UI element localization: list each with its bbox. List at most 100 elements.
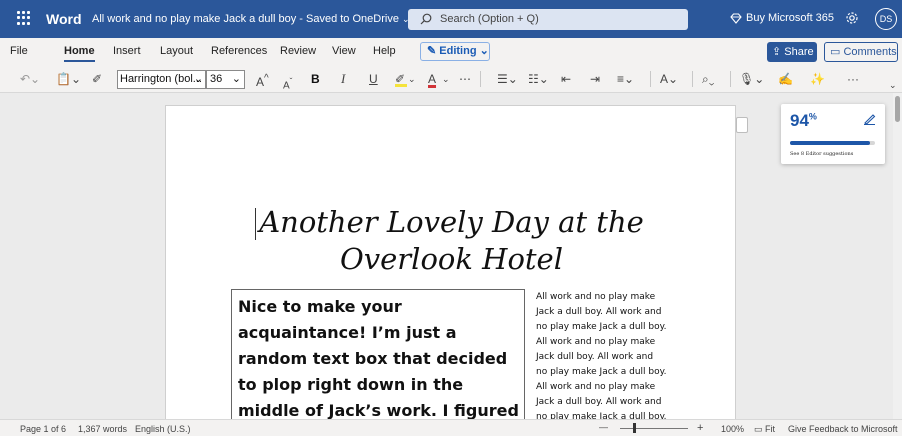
body-line: All work and no play make: [536, 382, 656, 392]
gear-icon[interactable]: [845, 11, 859, 30]
zoom-slider[interactable]: [620, 428, 688, 429]
font-name-select[interactable]: Harrington (bol... ⌄: [117, 70, 206, 89]
tab-home[interactable]: Home: [64, 45, 95, 62]
editing-mode-button[interactable]: ✎ Editing ⌄: [420, 42, 490, 61]
editor-pen-icon: [863, 112, 876, 130]
tab-help[interactable]: Help: [373, 45, 396, 57]
page-count[interactable]: Page 1 of 6: [20, 424, 66, 434]
app-launcher-icon[interactable]: [17, 11, 31, 25]
buy-label: Buy Microsoft 365: [746, 12, 835, 24]
font-size-select[interactable]: 36 ⌄: [206, 70, 245, 89]
zoom-in-button[interactable]: +: [697, 422, 703, 434]
numbering-icon[interactable]: ☷⌄: [528, 71, 549, 87]
italic-button[interactable]: I: [341, 71, 345, 87]
editor-score: 94%: [790, 111, 817, 131]
document-name: All work and no play make Jack a dull bo…: [92, 13, 297, 25]
share-label: Share: [784, 46, 814, 58]
highlight-icon[interactable]: ✐: [395, 71, 407, 87]
body-text[interactable]: All work and no play make Jack a dull bo…: [536, 290, 686, 419]
editor-score-bar: [790, 141, 875, 145]
align-icon[interactable]: ≡⌄: [617, 71, 634, 87]
document-title[interactable]: All work and no play make Jack a dull bo…: [92, 13, 409, 25]
shrink-font-label: A: [283, 80, 290, 92]
status-bar: Page 1 of 6 1,367 words English (U.S.) —…: [0, 419, 902, 436]
underline-button[interactable]: U: [369, 71, 378, 87]
grow-font-button[interactable]: A^: [256, 71, 269, 90]
fit-icon: ▭: [754, 424, 766, 434]
tab-insert[interactable]: Insert: [113, 45, 141, 57]
tab-review[interactable]: Review: [280, 45, 316, 57]
editor-score-card[interactable]: 94% See 8 Editor suggestions: [781, 104, 885, 164]
body-line: All work and no play make: [536, 337, 656, 347]
document-heading[interactable]: Another Lovely Day at the Overlook Hotel: [166, 204, 737, 278]
ribbon-tabs: File Home Insert Layout References Revie…: [0, 38, 902, 65]
editor-score-value: 94: [790, 111, 809, 130]
zoom-out-button[interactable]: —: [599, 422, 608, 432]
avatar[interactable]: DS: [875, 8, 897, 30]
tab-view[interactable]: View: [332, 45, 356, 57]
body-line: All work and no play make: [536, 292, 656, 302]
grow-font-label: A: [256, 75, 265, 89]
font-name-value: Harrington (bol...: [120, 73, 202, 85]
editor-score-fill: [790, 141, 870, 145]
styles-icon[interactable]: A⌄: [660, 71, 678, 87]
pencil-icon: ✎: [427, 45, 440, 57]
title-bar: Word All work and no play make Jack a du…: [0, 0, 902, 38]
share-icon: ⇪: [772, 46, 785, 58]
body-line: no play make Jack a dull boy.: [536, 367, 667, 377]
editor-icon[interactable]: ✍: [778, 71, 793, 87]
chevron-down-icon[interactable]: ⌄: [442, 71, 450, 87]
fit-label: Fit: [765, 424, 776, 434]
dictate-icon[interactable]: 🎙⌄: [739, 71, 764, 87]
share-button[interactable]: ⇪ Share: [767, 42, 817, 62]
font-color-icon[interactable]: A: [428, 71, 436, 87]
language-indicator[interactable]: English (U.S.): [135, 424, 191, 434]
undo-icon[interactable]: ↶⌄: [20, 71, 40, 87]
feedback-link[interactable]: Give Feedback to Microsoft: [788, 424, 898, 434]
fit-button[interactable]: ▭ Fit: [754, 424, 775, 435]
chevron-down-icon: ⌄: [476, 45, 489, 57]
chevron-down-icon: ⌄: [231, 73, 241, 85]
word-count[interactable]: 1,367 words: [78, 424, 127, 434]
toolbar-divider: [730, 71, 731, 87]
toolbar-divider: [480, 71, 481, 87]
more-options-button[interactable]: ···: [847, 71, 859, 87]
diamond-icon: [730, 13, 742, 24]
editor-score-percent: %: [808, 111, 817, 122]
text-box[interactable]: Nice to make your acquaintance! I’m just…: [231, 289, 525, 419]
vertical-scrollbar[interactable]: [893, 93, 902, 419]
font-size-value: 36: [210, 73, 223, 85]
paste-icon[interactable]: 📋⌄: [56, 71, 81, 87]
tab-file[interactable]: File: [10, 45, 28, 57]
tab-layout[interactable]: Layout: [160, 45, 193, 57]
bullets-icon[interactable]: ☰⌄: [497, 71, 518, 87]
format-painter-icon[interactable]: ✐: [92, 71, 102, 87]
app-name[interactable]: Word: [46, 11, 82, 27]
heading-line-1: Another Lovely Day at the: [259, 205, 644, 239]
toolbar-divider: [650, 71, 651, 87]
shrink-font-button[interactable]: Aˇ: [283, 73, 292, 94]
body-line: Jack a dull boy. All work and: [536, 307, 662, 317]
comments-button[interactable]: ▭ Comments: [824, 42, 898, 62]
home-toolbar: ↶⌄ 📋⌄ ✐ Harrington (bol... ⌄ 36 ⌄ A^ Aˇ B …: [0, 65, 902, 93]
buy-microsoft-365-button[interactable]: Buy Microsoft 365: [730, 12, 834, 24]
comment-icon: ▭: [830, 46, 844, 58]
bold-button[interactable]: B: [311, 71, 320, 87]
body-line: no play make Jack a dull boy.: [536, 412, 667, 419]
decrease-indent-icon[interactable]: ⇤: [561, 71, 571, 87]
zoom-level[interactable]: 100%: [721, 424, 744, 434]
chevron-down-icon[interactable]: ⌄: [408, 71, 416, 87]
zoom-slider-thumb[interactable]: [633, 423, 636, 433]
designer-icon[interactable]: ✨: [810, 71, 825, 87]
find-icon[interactable]: ⌕⌄: [702, 71, 714, 87]
tab-references[interactable]: References: [211, 45, 267, 57]
search-input[interactable]: Search (Option + Q): [408, 9, 688, 30]
document-canvas[interactable]: Another Lovely Day at the Overlook Hotel…: [0, 93, 893, 419]
expand-ribbon-icon[interactable]: ⌄: [889, 77, 897, 93]
chevron-down-icon: ⌄: [193, 73, 203, 85]
document-page[interactable]: Another Lovely Day at the Overlook Hotel…: [165, 105, 736, 419]
scrollbar-thumb[interactable]: [895, 96, 900, 122]
editor-suggestions-link[interactable]: See 8 Editor suggestions: [790, 151, 853, 157]
more-font-options-button[interactable]: ⋯: [459, 71, 471, 87]
increase-indent-icon[interactable]: ⇥: [590, 71, 600, 87]
